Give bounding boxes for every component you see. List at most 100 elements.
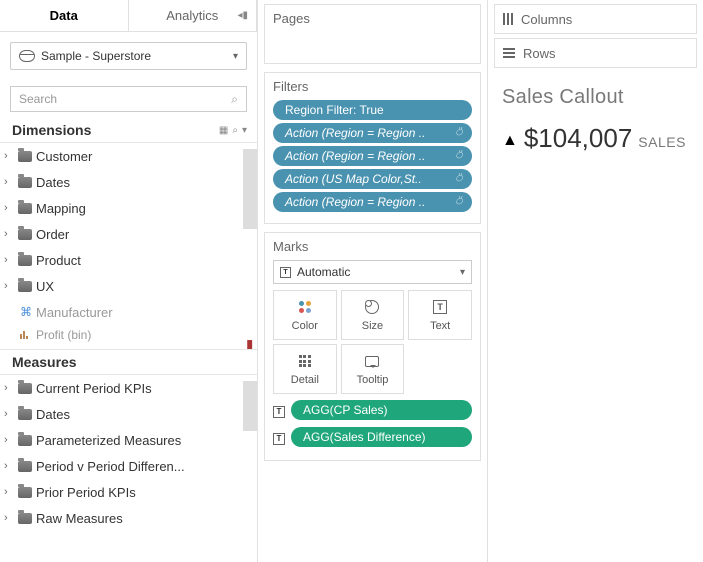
tree-folder-param[interactable]: › Parameterized Measures <box>0 427 257 453</box>
tree-label: UX <box>36 279 257 294</box>
tree-label: Order <box>36 227 257 242</box>
filter-pill[interactable]: Action (Region = Region ..⍥ <box>273 123 472 143</box>
filter-pill[interactable]: Action (Region = Region ..⍥ <box>273 192 472 212</box>
tree-folder-mapping[interactable]: ›Mapping <box>0 195 257 221</box>
expand-icon: › <box>4 408 14 420</box>
tree-label: Mapping <box>36 201 257 216</box>
mark-pill[interactable]: AGG(Sales Difference) <box>291 427 472 447</box>
tree-label: Current Period KPIs <box>36 381 257 396</box>
chevron-down-icon: ▾ <box>233 51 238 62</box>
filters-card[interactable]: Filters Region Filter: True Action (Regi… <box>264 72 481 224</box>
tab-data[interactable]: Data <box>0 0 129 31</box>
menu-caret-icon[interactable]: ▾ <box>242 125 247 136</box>
tree-folder-dates[interactable]: › Dates <box>0 169 257 195</box>
tree-label: Dates <box>36 175 257 190</box>
pill-label: AGG(CP Sales) <box>303 403 387 417</box>
measures-title: Measures <box>12 354 77 370</box>
pages-card[interactable]: Pages <box>264 4 481 64</box>
marks-card: Marks TAutomatic ▾ Color Size TText Deta… <box>264 232 481 461</box>
folder-icon <box>18 203 32 214</box>
text-icon: T <box>433 300 447 314</box>
expand-icon: › <box>4 434 14 446</box>
folder-icon <box>18 461 32 472</box>
tree-label: Manufacturer <box>36 305 257 320</box>
folder-icon <box>18 513 32 524</box>
datasource-selector[interactable]: Sample - Superstore ▾ <box>10 42 247 70</box>
mark-btn-label: Detail <box>291 374 319 386</box>
tree-folder-product[interactable]: ›Product <box>0 247 257 273</box>
scrollbar-thumb[interactable] <box>243 149 257 229</box>
pill-label: Action (Region = Region .. <box>285 126 425 140</box>
pill-label: Action (Region = Region .. <box>285 149 425 163</box>
marks-detail-button[interactable]: Detail <box>273 344 337 394</box>
tab-data-label: Data <box>50 8 78 23</box>
columns-icon <box>503 13 513 25</box>
worksheet-pane: Columns Rows Sales Callout ▲ $104,007 SA… <box>488 0 703 562</box>
filter-pill[interactable]: Region Filter: True <box>273 100 472 120</box>
paperclip-icon: ⌘ <box>20 305 32 319</box>
tree-label: Customer <box>36 149 257 164</box>
tree-label: Prior Period KPIs <box>36 485 257 500</box>
text-assign-icon[interactable]: T <box>273 433 285 445</box>
filters-title: Filters <box>273 79 472 94</box>
pill-label: Action (US Map Color,St.. <box>285 172 422 186</box>
search-placeholder: Search <box>19 92 57 106</box>
folder-icon <box>18 487 32 498</box>
expand-icon: › <box>4 176 14 188</box>
tab-analytics[interactable]: Analytics◂▮ <box>129 0 258 31</box>
folder-icon <box>18 409 32 420</box>
tree-folder-ppk[interactable]: › Prior Period KPIs <box>0 479 257 505</box>
filter-pill[interactable]: Action (US Map Color,St.. ⍥ <box>273 169 472 189</box>
tree-folder-raw[interactable]: ›Raw Measures <box>0 505 257 531</box>
scrollbar-thumb[interactable] <box>243 381 257 431</box>
mark-type-select[interactable]: TAutomatic ▾ <box>273 260 472 284</box>
tree-folder-pvp[interactable]: ›Period v Period Differen... <box>0 453 257 479</box>
filter-pill[interactable]: Action (Region = Region .. ⍥ <box>273 146 472 166</box>
tree-field-profit-bin[interactable]: Profit (bin) <box>0 325 257 345</box>
columns-shelf[interactable]: Columns <box>494 4 697 34</box>
tooltip-icon <box>365 356 379 367</box>
marks-color-button[interactable]: Color <box>273 290 337 340</box>
columns-label: Columns <box>521 12 572 27</box>
text-mark-icon: T <box>280 267 291 278</box>
marks-tooltip-button[interactable]: Tooltip <box>341 344 405 394</box>
size-icon <box>365 300 379 314</box>
expand-icon: › <box>4 460 14 472</box>
mark-pill[interactable]: AGG(CP Sales) <box>291 400 472 420</box>
tree-folder-customer[interactable]: ›Customer <box>0 143 257 169</box>
tree-field-manufacturer[interactable]: ⌘ Manufacturer <box>0 299 257 325</box>
delta-up-icon: ▲ <box>502 132 518 150</box>
text-assign-icon[interactable]: T <box>273 406 285 418</box>
link-icon: ⍥ <box>455 173 462 186</box>
pages-title: Pages <box>273 11 472 26</box>
tree-folder-order[interactable]: ›Order <box>0 221 257 247</box>
mark-btn-label: Color <box>292 320 318 332</box>
tree-label: Parameterized Measures <box>36 433 257 448</box>
callout-value: ▲ $104,007 SALES <box>502 123 689 154</box>
search-input[interactable]: Search ⌕ <box>10 86 247 112</box>
folder-icon <box>18 229 32 240</box>
expand-icon: › <box>4 486 14 498</box>
pill-label: AGG(Sales Difference) <box>303 430 426 444</box>
tab-indicator-icon: ◂▮ <box>237 10 248 21</box>
tree-folder-ux[interactable]: › UX <box>0 273 257 299</box>
worksheet-title[interactable]: Sales Callout <box>502 86 689 109</box>
dimensions-title: Dimensions <box>12 122 91 138</box>
indicator-icon: ▮ <box>246 337 253 349</box>
find-icon[interactable]: ⌕ <box>232 125 238 136</box>
rows-icon <box>503 48 515 58</box>
link-icon: ⍥ <box>455 150 462 163</box>
datasource-icon <box>19 50 35 62</box>
mark-pill-row: T AGG(CP Sales) <box>273 400 472 423</box>
marks-text-button[interactable]: TText <box>408 290 472 340</box>
detail-icon <box>299 355 311 367</box>
tree-folder-cpk[interactable]: ›Current Period KPIs <box>0 375 257 401</box>
folder-icon <box>18 177 32 188</box>
tree-folder-dates2[interactable]: ›Dates <box>0 401 257 427</box>
search-icon: ⌕ <box>231 92 238 107</box>
rows-shelf[interactable]: Rows <box>494 38 697 68</box>
expand-icon: › <box>4 280 14 292</box>
marks-size-button[interactable]: Size <box>341 290 405 340</box>
tree-label: Product <box>36 253 257 268</box>
view-grid-icon[interactable]: ▦ <box>219 125 228 136</box>
